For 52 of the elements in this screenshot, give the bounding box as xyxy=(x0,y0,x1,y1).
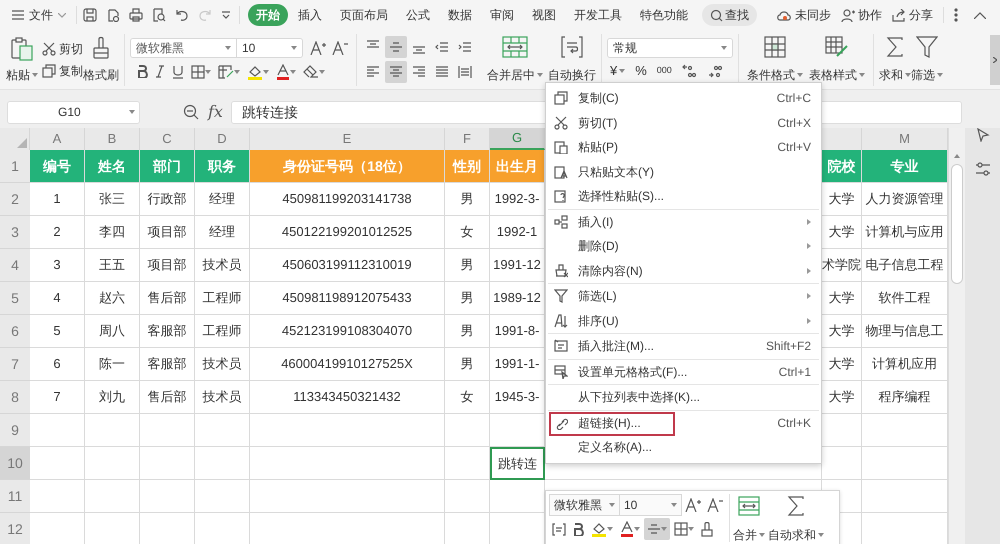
table-cell: 男 xyxy=(445,282,490,315)
table-cell: 刘九 xyxy=(85,381,140,414)
table-cell: 工程师 xyxy=(195,282,250,315)
table-cell: 450981199203141738 xyxy=(250,183,445,216)
table-cell: 男 xyxy=(445,315,490,348)
table-cell: 450122199201012525 xyxy=(250,216,445,249)
header-cell: 职务 xyxy=(195,150,250,183)
table-cell: 陈一 xyxy=(85,348,140,381)
table-cell: 450603199112310019 xyxy=(250,249,445,282)
table-cell: 周八 xyxy=(85,315,140,348)
table-cell: 5 xyxy=(30,315,85,348)
table-cell: 项目部 xyxy=(140,249,195,282)
table-cell: 女 xyxy=(445,216,490,249)
table-cell: 113343450321432 xyxy=(250,381,445,414)
table-cell: 跳转连 xyxy=(490,447,545,480)
table-cell: 客服部 xyxy=(140,315,195,348)
table-cell: 7 xyxy=(30,381,85,414)
table-cell: 客服部 xyxy=(140,348,195,381)
table-cell: 张三 xyxy=(85,183,140,216)
header-cell: 姓名 xyxy=(85,150,140,183)
table-cell: 2 xyxy=(30,216,85,249)
header-cell: 专业 xyxy=(862,150,948,183)
table-cell: 项目部 xyxy=(140,216,195,249)
table-cell: 技术员 xyxy=(195,348,250,381)
header-cell: 部门 xyxy=(140,150,195,183)
table-cell: 技术员 xyxy=(195,381,250,414)
table-cell: 经理 xyxy=(195,216,250,249)
table-cell: 3 xyxy=(30,249,85,282)
table-cell: 行政部 xyxy=(140,183,195,216)
table-cell: 售后部 xyxy=(140,282,195,315)
table-cell: 工程师 xyxy=(195,315,250,348)
table-cell: 经理 xyxy=(195,183,250,216)
table-cell: 4 xyxy=(30,282,85,315)
table-cell: 6 xyxy=(30,348,85,381)
table-cell: 技术员 xyxy=(195,249,250,282)
table-cell: 赵六 xyxy=(85,282,140,315)
table-cell: 452123199108304070 xyxy=(250,315,445,348)
table-cell: 售后部 xyxy=(140,381,195,414)
header-cell: 出生月 xyxy=(490,150,545,183)
table-cell: 男 xyxy=(445,249,490,282)
table-cell: 1 xyxy=(30,183,85,216)
header-cell: 身份证号码（18位） xyxy=(250,150,445,183)
header-cell: 性别 xyxy=(445,150,490,183)
header-cell: 编号 xyxy=(30,150,85,183)
table-cell: 李四 xyxy=(85,216,140,249)
table-cell: 王五 xyxy=(85,249,140,282)
table-cell: 男 xyxy=(445,183,490,216)
table-cell: 男 xyxy=(445,348,490,381)
table-cell: 46000419910127525X xyxy=(250,348,445,381)
table-cell: 女 xyxy=(445,381,490,414)
header-cell: 院校 xyxy=(822,150,862,183)
table-cell: 450981198912075433 xyxy=(250,282,445,315)
